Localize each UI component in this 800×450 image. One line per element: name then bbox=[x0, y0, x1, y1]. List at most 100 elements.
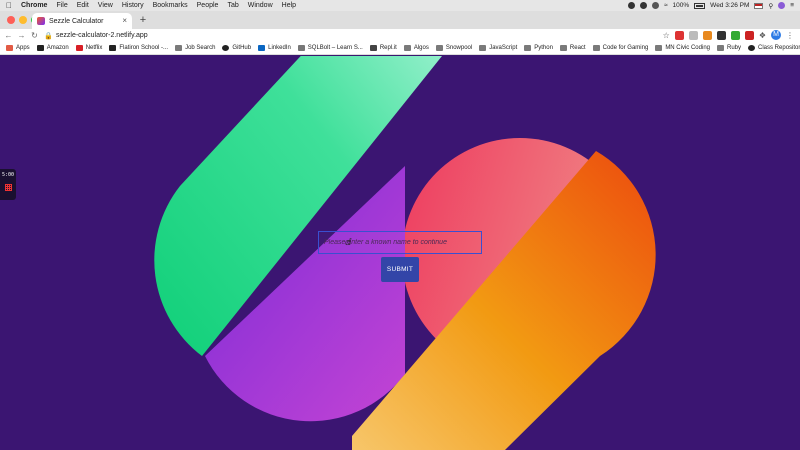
menu-view[interactable]: View bbox=[98, 2, 113, 9]
submit-button[interactable]: SUBMIT bbox=[381, 257, 419, 282]
bookmark-item[interactable]: Code for Gaming bbox=[592, 44, 649, 51]
linkedin-icon bbox=[258, 44, 266, 51]
bookmark-label: Job Search bbox=[185, 44, 216, 51]
amazon-icon bbox=[36, 44, 44, 51]
bookmark-item[interactable]: Snowpool bbox=[435, 44, 473, 51]
bookmark-label: Ruby bbox=[727, 44, 742, 51]
menu-bookmarks[interactable]: Bookmarks bbox=[153, 2, 188, 9]
menu-help[interactable]: Help bbox=[282, 2, 296, 9]
extension-dark-icon[interactable] bbox=[716, 30, 726, 40]
extension-red2-icon[interactable] bbox=[744, 30, 754, 40]
extension-red-icon[interactable] bbox=[674, 30, 684, 40]
clock[interactable]: Wed 3:26 PM bbox=[710, 2, 749, 9]
tab-sezzle-calculator[interactable]: Sezzle Calculator × bbox=[32, 13, 132, 29]
bookmark-item[interactable]: LinkedIn bbox=[258, 44, 291, 51]
bookmark-item[interactable]: Algos bbox=[403, 44, 429, 51]
recorder-timer: 5:00 bbox=[1, 172, 15, 178]
folder-icon bbox=[479, 44, 487, 51]
menu-edit[interactable]: Edit bbox=[77, 2, 89, 9]
profile-avatar[interactable]: M bbox=[771, 30, 781, 40]
status-app-icon[interactable] bbox=[627, 2, 635, 9]
macos-menu-bar:  Chrome File Edit View History Bookmark… bbox=[0, 0, 800, 11]
sezzle-favicon-icon bbox=[37, 17, 45, 25]
folder-icon bbox=[655, 44, 663, 51]
bookmark-item[interactable]: Flatiron School -... bbox=[109, 44, 169, 51]
bookmark-label: React bbox=[569, 44, 586, 51]
close-tab-icon[interactable]: × bbox=[122, 16, 127, 25]
extension-mask-icon[interactable] bbox=[688, 30, 698, 40]
bookmark-label: GitHub bbox=[232, 44, 252, 51]
wifi-icon[interactable]: ≈ bbox=[664, 2, 668, 9]
bookmark-star-icon[interactable]: ☆ bbox=[663, 31, 670, 40]
folder-icon bbox=[175, 44, 183, 51]
folder-icon bbox=[592, 44, 600, 51]
close-window-button[interactable] bbox=[7, 16, 15, 24]
bookmark-item[interactable]: SQLBolt – Learn S... bbox=[297, 44, 363, 51]
menu-people[interactable]: People bbox=[197, 2, 219, 9]
bookmark-label: Repl.it bbox=[379, 44, 397, 51]
extension-green-icon[interactable] bbox=[730, 30, 740, 40]
menu-app-name[interactable]: Chrome bbox=[21, 2, 47, 9]
bookmark-item[interactable]: GitHub bbox=[222, 44, 252, 51]
bookmark-item[interactable]: Class Repository (... bbox=[748, 44, 800, 51]
toolbar-extensions: ☆ ❖ M ⋮ bbox=[663, 30, 794, 40]
bookmark-label: Algos bbox=[413, 44, 429, 51]
menu-history[interactable]: History bbox=[122, 2, 144, 9]
bookmark-label: Snowpool bbox=[445, 44, 473, 51]
folder-icon bbox=[559, 44, 567, 51]
reload-button[interactable]: ↻ bbox=[28, 31, 41, 40]
chrome-menu-icon[interactable]: ⋮ bbox=[786, 31, 794, 40]
apple-menu-icon[interactable]:  bbox=[6, 1, 12, 10]
bookmark-label: MN Civic Coding bbox=[665, 44, 710, 51]
siri-icon[interactable] bbox=[778, 2, 786, 9]
screen-recorder-widget[interactable]: 5:00 bbox=[0, 169, 16, 200]
control-center-icon[interactable]: ≡ bbox=[790, 2, 794, 9]
bookmark-label: LinkedIn bbox=[268, 44, 291, 51]
bookmark-item[interactable]: Job Search bbox=[175, 44, 216, 51]
browser-toolbar: ← → ↻ 🔒 sezzle-calculator-2.netlify.app … bbox=[0, 29, 800, 41]
input-source-flag-icon[interactable] bbox=[754, 2, 764, 9]
tab-title: Sezzle Calculator bbox=[49, 17, 104, 25]
replit-icon bbox=[369, 44, 377, 51]
bookmark-item[interactable]: Python bbox=[524, 44, 553, 51]
bookmark-item[interactable]: Netflix bbox=[75, 44, 103, 51]
bookmark-item[interactable]: Ruby bbox=[717, 44, 742, 51]
battery-icon[interactable] bbox=[694, 2, 706, 9]
extensions-puzzle-icon[interactable]: ❖ bbox=[759, 31, 766, 40]
status-area: ≈ 100% Wed 3:26 PM ⚲ ≡ bbox=[627, 0, 794, 11]
spotlight-icon[interactable]: ⚲ bbox=[768, 2, 773, 10]
bookmark-item[interactable]: JavaScript bbox=[479, 44, 517, 51]
recorder-grid-icon[interactable] bbox=[4, 184, 12, 191]
bookmark-label: Netflix bbox=[85, 44, 103, 51]
status-clock-icon[interactable] bbox=[651, 2, 659, 9]
minimize-window-button[interactable] bbox=[19, 16, 27, 24]
bookmark-item[interactable]: React bbox=[559, 44, 586, 51]
bookmark-label: Class Repository (... bbox=[758, 44, 800, 51]
address-bar[interactable]: 🔒 sezzle-calculator-2.netlify.app bbox=[44, 29, 684, 41]
bookmark-label: Flatiron School -... bbox=[119, 44, 169, 51]
battery-percent: 100% bbox=[672, 2, 690, 9]
menu-file[interactable]: File bbox=[56, 2, 67, 9]
bookmarks-bar: Apps Amazon Netflix Flatiron School -... Job… bbox=[0, 41, 800, 55]
tab-strip: Sezzle Calculator × + bbox=[0, 11, 800, 29]
bookmark-item[interactable]: Apps bbox=[6, 44, 30, 51]
bookmark-item[interactable]: Amazon bbox=[36, 44, 69, 51]
name-input[interactable] bbox=[318, 231, 482, 254]
menu-window[interactable]: Window bbox=[248, 2, 273, 9]
bookmark-item[interactable]: MN Civic Coding bbox=[655, 44, 710, 51]
bookmark-label: Apps bbox=[16, 44, 30, 51]
new-tab-button[interactable]: + bbox=[137, 14, 149, 26]
text-cursor-icon: ⅆ bbox=[345, 237, 352, 247]
menu-tab[interactable]: Tab bbox=[227, 2, 238, 9]
folder-icon bbox=[524, 44, 532, 51]
status-record-icon[interactable] bbox=[639, 2, 647, 9]
bookmark-item[interactable]: Repl.it bbox=[369, 44, 397, 51]
lock-icon[interactable]: 🔒 bbox=[44, 32, 53, 40]
back-button[interactable]: ← bbox=[2, 31, 15, 40]
bookmark-label: Code for Gaming bbox=[602, 44, 649, 51]
page-content: 5:00 ⅆ SUBMIT bbox=[0, 56, 800, 450]
flatiron-icon bbox=[109, 44, 117, 51]
extension-orange-icon[interactable] bbox=[702, 30, 712, 40]
forward-button[interactable]: → bbox=[15, 31, 28, 40]
url-text: sezzle-calculator-2.netlify.app bbox=[56, 31, 148, 39]
